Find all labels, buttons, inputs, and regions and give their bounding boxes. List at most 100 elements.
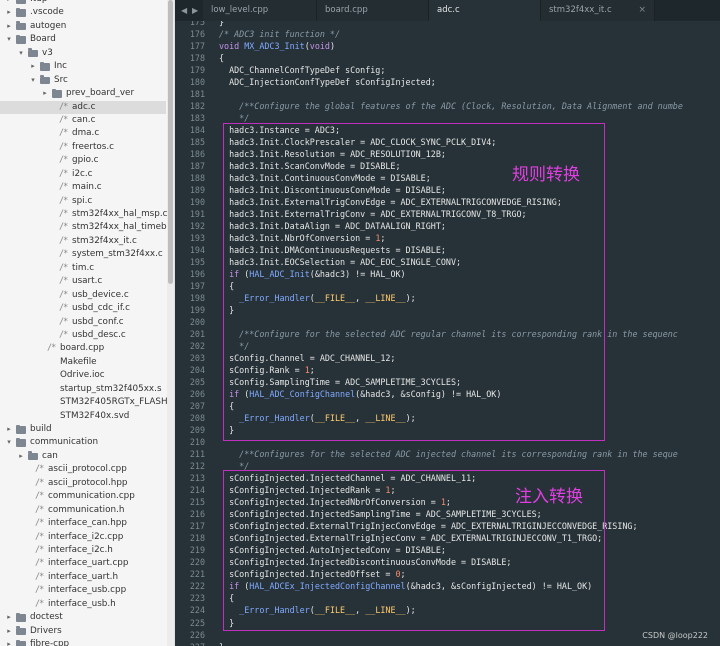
folder-icon <box>28 48 38 58</box>
tree-folder[interactable]: ▸ prev_board_ver <box>0 87 166 100</box>
tree-folder[interactable]: ▸ Inc <box>0 60 166 73</box>
tree-file[interactable]: /* freertos.c <box>0 141 166 154</box>
code-file-icon: /* <box>59 114 68 125</box>
tree-file[interactable]: STM32F405RGTx_FLASH.ld <box>0 396 174 409</box>
code-file-icon: /* <box>59 155 68 166</box>
chevron-right-icon[interactable]: ▸ <box>29 60 37 73</box>
folder-icon <box>28 451 38 461</box>
chevron-right-icon[interactable]: ▸ <box>5 6 13 19</box>
line-number: 193 <box>189 233 205 244</box>
tree-item-label: system_stm32f4xx.c <box>72 249 163 260</box>
chevron-right-icon[interactable]: ▸ <box>5 611 13 624</box>
tab-adc-c[interactable]: adc.c <box>429 0 541 21</box>
chevron-right-icon[interactable]: ▸ <box>17 450 25 463</box>
tree-folder[interactable]: ▾ Board <box>0 33 166 46</box>
tree-file[interactable]: /* i2c.c <box>0 168 166 181</box>
tree-file[interactable]: /* interface_uart.h <box>0 571 166 584</box>
code-file-icon: /* <box>59 316 68 327</box>
chevron-down-icon[interactable]: ▾ <box>29 74 37 87</box>
tab-close-icon[interactable]: × <box>638 0 646 21</box>
chevron-down-icon[interactable]: ▾ <box>5 436 13 449</box>
tree-item-label: main.c <box>72 182 102 193</box>
code-line: { <box>219 53 225 64</box>
tree-file[interactable]: /* usb_device.c <box>0 289 166 302</box>
tree-file[interactable]: /* usbd_cdc_if.c <box>0 302 166 315</box>
tree-folder[interactable]: ▸ doctest <box>0 611 166 624</box>
code-editor[interactable]: 175 176 177 178 179 180 181 182 183 184 185 186 187 1… <box>175 21 720 646</box>
tree-folder[interactable]: ▸ can <box>0 450 166 463</box>
tree-file[interactable]: /* stm32f4xx_it.c <box>0 235 166 248</box>
tree-file[interactable]: /* adc.c <box>0 100 166 114</box>
tree-file[interactable]: /* stm32f4xx_hal_msp.c <box>0 208 167 221</box>
chevron-down-icon[interactable]: ▾ <box>5 33 13 46</box>
tree-file[interactable]: Makefile <box>0 356 166 369</box>
chevron-right-icon[interactable]: ▸ <box>41 87 49 100</box>
code-file-icon: /* <box>35 518 44 529</box>
code-file-icon: /* <box>59 128 68 139</box>
line-number: 225 <box>189 617 205 628</box>
chevron-right-icon[interactable]: ▸ <box>5 20 13 33</box>
tree-folder[interactable]: ▸ Drivers <box>0 625 166 638</box>
tree-file[interactable]: /* board.cpp <box>0 342 166 355</box>
tree-file[interactable]: /* usbd_conf.c <box>0 316 166 329</box>
line-number: 198 <box>189 293 205 304</box>
tab-low-level-cpp[interactable]: low_level.cpp <box>203 0 317 21</box>
sidebar-scrollbar[interactable] <box>167 0 174 646</box>
tree-item-label: freertos.c <box>72 141 115 152</box>
code-file-icon: /* <box>59 329 68 340</box>
tree-file[interactable]: /* usbd_desc.c <box>0 329 166 342</box>
line-number: 214 <box>189 485 205 496</box>
tree-file[interactable]: /* interface_usb.cpp <box>0 584 166 597</box>
tree-file[interactable]: /* can.c <box>0 114 166 127</box>
tree-file[interactable]: /* communication.cpp <box>0 490 166 503</box>
line-number: 206 <box>189 389 205 400</box>
line-number: 187 <box>189 161 205 172</box>
tree-folder[interactable]: ▸ autogen <box>0 20 166 33</box>
tab-stm32f4xx-it-c[interactable]: stm32f4xx_it.c × <box>541 0 655 21</box>
tree-file[interactable]: /* interface_can.hpp <box>0 517 166 530</box>
tree-file[interactable]: /* ascii_protocol.hpp <box>0 477 166 490</box>
line-number: 191 <box>189 209 205 220</box>
tree-file[interactable]: /* stm32f4xx_hal_timebase_TIM.c <box>0 221 174 234</box>
tree-file[interactable]: /* tim.c <box>0 262 166 275</box>
code-file-icon: /* <box>59 168 68 179</box>
tree-folder[interactable]: ▸ build <box>0 423 166 436</box>
tree-file[interactable]: /* system_stm32f4xx.c <box>0 248 166 261</box>
tree-file[interactable]: Odrive.ioc <box>0 369 166 382</box>
tree-file[interactable]: /* interface_i2c.cpp <box>0 531 166 544</box>
tree-file[interactable]: /* interface_i2c.h <box>0 544 166 557</box>
tree-item-label: startup_stm32f405xx.s <box>60 383 162 394</box>
line-number: 188 <box>189 173 205 184</box>
tree-file[interactable]: /* ascii_protocol.cpp <box>0 463 166 476</box>
tab-scroll-right-icon[interactable]: ▶ <box>192 0 198 21</box>
sidebar-scrollbar-thumb[interactable] <box>168 0 173 284</box>
code-file-icon: /* <box>35 558 44 569</box>
chevron-down-icon[interactable]: ▾ <box>17 47 25 60</box>
tree-folder[interactable]: ▸ .vscode <box>0 6 166 19</box>
tree-file[interactable]: /* dma.c <box>0 127 166 140</box>
tree-file[interactable]: /* spi.c <box>0 195 166 208</box>
tab-scroll-left-icon[interactable]: ◀ <box>181 0 187 21</box>
tab-board-cpp[interactable]: board.cpp <box>317 0 429 21</box>
tree-folder[interactable]: ▾ v3 <box>0 47 166 60</box>
tree-folder[interactable]: ▾ communication <box>0 436 166 449</box>
folder-icon <box>16 8 26 17</box>
tree-file[interactable]: /* interface_uart.cpp <box>0 557 166 570</box>
tree-file[interactable]: /* main.c <box>0 181 166 194</box>
tree-file[interactable]: /* gpio.c <box>0 154 166 167</box>
line-number: 202 <box>189 341 205 352</box>
chevron-right-icon[interactable]: ▸ <box>5 423 13 436</box>
tree-item-label: gpio.c <box>72 155 99 166</box>
tree-file[interactable]: startup_stm32f405xx.s <box>0 383 166 396</box>
tree-file[interactable]: /* communication.h <box>0 504 166 517</box>
chevron-right-icon[interactable]: ▸ <box>5 638 13 646</box>
tree-folder[interactable]: ▾ Src <box>0 74 166 87</box>
code-file-icon: /* <box>35 544 44 555</box>
tree-file[interactable]: /* interface_usb.h <box>0 598 166 611</box>
tree-file[interactable]: STM32F40x.svd <box>0 410 166 423</box>
tree-item-label: STM32F40x.svd <box>60 410 130 421</box>
tree-file[interactable]: /* usart.c <box>0 275 166 288</box>
tree-folder[interactable]: ▸ fibre-cpp <box>0 638 166 646</box>
chevron-right-icon[interactable]: ▸ <box>5 625 13 638</box>
tree-item-label: stm32f4xx_hal_timebase_TIM.c <box>72 222 175 233</box>
